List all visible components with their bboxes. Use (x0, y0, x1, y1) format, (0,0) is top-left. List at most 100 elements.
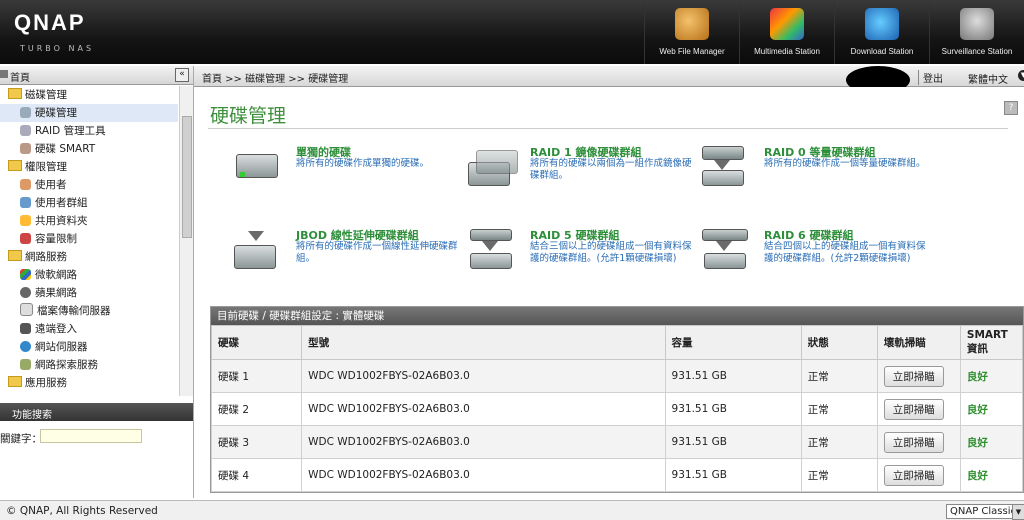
scan-now-button[interactable]: 立即掃瞄 (883, 464, 944, 486)
sidebar-scrollbar[interactable] (179, 86, 193, 396)
hard-disk-icon (20, 107, 31, 118)
sidebar-item-web-server[interactable]: 網站伺服器 (0, 338, 178, 356)
raid1-icon (468, 146, 518, 186)
option-raid6[interactable]: RAID 6 硬碟群組 結合四個以上的硬碟組成一個有資料保護的硬碟群組。(允許2… (702, 227, 932, 287)
sidebar-item-microsoft-networking[interactable]: 微軟網路 (0, 266, 178, 284)
sidebar-item-ftp-server[interactable]: 檔案傳輸伺服器 (0, 302, 178, 320)
main-panel: 硬碟管理 ? 單獨的硬碟 將所有的硬碟作成單獨的硬碟。 RAID 1 鏡像硬碟群… (194, 87, 1024, 498)
discovery-icon (20, 359, 31, 370)
cell-scan: 立即掃瞄 (876, 425, 961, 459)
sidebar-item-label: 使用者群組 (35, 197, 88, 209)
collapse-sidebar-button[interactable]: « (175, 68, 189, 82)
cell-scan: 立即掃瞄 (876, 458, 961, 492)
cell-disk: 硬碟 4 (210, 458, 303, 492)
app-label: Surveillance Station (941, 47, 1013, 56)
scrollbar-thumb[interactable] (182, 116, 192, 238)
web-file-manager-icon (675, 8, 709, 40)
keyword-input[interactable] (40, 429, 142, 443)
language-selector[interactable]: 繁體中文 (968, 71, 1008, 86)
option-raid5[interactable]: RAID 5 硬碟群組 結合三個以上的硬碟組成一個有資料保護的硬碟群組。(允許1… (468, 227, 698, 287)
scan-now-button[interactable]: 立即掃瞄 (883, 365, 944, 387)
cell-smart: 良好 (959, 425, 1024, 459)
logout-link[interactable]: 登出 (918, 70, 943, 85)
terminal-icon (20, 323, 31, 334)
theme-select[interactable]: QNAP Classic (946, 504, 1017, 519)
smart-status-link[interactable]: 良好 (967, 404, 988, 416)
tree-group-label: 權限管理 (25, 161, 67, 173)
ftp-icon (20, 303, 33, 316)
raid5-icon (468, 229, 516, 269)
web-file-manager-button[interactable]: Web File Manager (644, 0, 739, 64)
table-row: 硬碟 3 WDC WD1002FBYS-02A6B03.0 931.51 GB … (210, 425, 1024, 459)
cell-smart: 良好 (959, 359, 1024, 393)
nav-tree: 磁碟管理 硬碟管理 RAID 管理工具 硬碟 SMART 權限管理 使用者 使用… (0, 86, 178, 396)
tree-group-disk-management[interactable]: 磁碟管理 (0, 86, 178, 104)
sidebar-item-shared-folders[interactable]: 共用資料夾 (0, 212, 178, 230)
sidebar-item-label: RAID 管理工具 (35, 125, 106, 137)
sidebar-item-label: 使用者 (35, 179, 67, 191)
sidebar-item-disk-smart[interactable]: 硬碟 SMART (0, 140, 178, 158)
raid-icon (20, 125, 31, 136)
option-description: 將所有的硬碟作成一個線性延伸硬碟群組。 (296, 241, 458, 264)
table-row: 硬碟 4 WDC WD1002FBYS-02A6B03.0 931.51 GB … (210, 458, 1024, 492)
column-header-bad-block-scan: 壞軌掃瞄 (876, 325, 961, 360)
help-icon[interactable]: ? (1004, 101, 1018, 115)
user-icon (20, 179, 31, 190)
sidebar-item-network-discovery[interactable]: 網路探索服務 (0, 356, 178, 374)
sidebar-item-quota[interactable]: 容量限制 (0, 230, 178, 248)
folder-icon (8, 88, 22, 99)
tree-group-applications[interactable]: 應用服務 (0, 374, 178, 392)
cell-capacity: 931.51 GB (664, 425, 802, 459)
smart-status-link[interactable]: 良好 (967, 371, 988, 383)
sidebar-item-users[interactable]: 使用者 (0, 176, 178, 194)
tree-group-access-rights[interactable]: 權限管理 (0, 158, 178, 176)
option-single-disk[interactable]: 單獨的硬碟 將所有的硬碟作成單獨的硬碟。 (234, 144, 464, 204)
multimedia-station-button[interactable]: Multimedia Station (739, 0, 834, 64)
scan-now-button[interactable]: 立即掃瞄 (883, 398, 944, 420)
option-jbod[interactable]: JBOD 線性延伸硬碟群組 將所有的硬碟作成一個線性延伸硬碟群組。 (234, 227, 464, 287)
sidebar: 首頁 « 磁碟管理 硬碟管理 RAID 管理工具 硬碟 SMART 權限管理 使… (0, 66, 194, 498)
sidebar-item-raid-tool[interactable]: RAID 管理工具 (0, 122, 178, 140)
cell-status: 正常 (800, 425, 878, 459)
tree-group-network-services[interactable]: 網路服務 (0, 248, 178, 266)
keyword-label: 關鍵字： (0, 433, 42, 445)
sidebar-home-link[interactable]: 首頁 (10, 69, 30, 84)
option-raid1[interactable]: RAID 1 鏡像硬碟群組 將所有的硬碟以兩個為一組作成鏡像硬碟群組。 (468, 144, 698, 204)
multimedia-station-icon (770, 8, 804, 40)
chevron-down-icon[interactable]: ▼ (1018, 70, 1024, 81)
app-label: Multimedia Station (754, 47, 820, 56)
surveillance-station-button[interactable]: Surveillance Station (929, 0, 1024, 64)
folder-icon (8, 160, 22, 171)
table-row: 硬碟 1 WDC WD1002FBYS-02A6B03.0 931.51 GB … (210, 359, 1024, 393)
smart-status-link[interactable]: 良好 (967, 470, 988, 482)
function-search-header[interactable]: 功能搜索 (0, 403, 193, 421)
sidebar-item-user-groups[interactable]: 使用者群組 (0, 194, 178, 212)
column-header-smart: SMART 資訊 (959, 325, 1024, 360)
download-station-button[interactable]: Download Station (834, 0, 929, 64)
sidebar-item-label: 蘋果網路 (35, 287, 77, 299)
cell-model: WDC WD1002FBYS-02A6B03.0 (301, 425, 666, 459)
option-description: 將所有的硬碟以兩個為一組作成鏡像硬碟群組。 (530, 158, 692, 181)
cell-disk: 硬碟 2 (210, 392, 303, 426)
qnap-logo[interactable]: QNAP (14, 10, 86, 36)
chevron-down-icon[interactable]: ▼ (1012, 504, 1024, 520)
cell-disk: 硬碟 3 (210, 425, 303, 459)
scan-now-button[interactable]: 立即掃瞄 (883, 431, 944, 453)
cell-scan: 立即掃瞄 (876, 359, 961, 393)
sidebar-item-remote-login[interactable]: 遠端登入 (0, 320, 178, 338)
cell-smart: 良好 (959, 458, 1024, 492)
option-description: 結合三個以上的硬碟組成一個有資料保護的硬碟群組。(允許1顆硬碟損壞) (530, 241, 692, 264)
cell-smart: 良好 (959, 392, 1024, 426)
cell-capacity: 931.51 GB (664, 458, 802, 492)
smart-status-link[interactable]: 良好 (967, 437, 988, 449)
function-search-title: 功能搜索 (12, 410, 52, 421)
single-disk-icon (234, 146, 282, 186)
sidebar-item-disk-management[interactable]: 硬碟管理 (0, 104, 178, 122)
sidebar-item-apple-networking[interactable]: 蘋果網路 (0, 284, 178, 302)
column-header-disk: 硬碟 (210, 325, 303, 360)
option-raid0[interactable]: RAID 0 等量硬碟群組 將所有的硬碟作成一個等量硬碟群組。 (702, 144, 932, 204)
globe-icon (20, 341, 31, 352)
app-label: Web File Manager (659, 47, 725, 56)
sidebar-item-label: 硬碟管理 (35, 107, 77, 119)
folder-icon (8, 376, 22, 387)
